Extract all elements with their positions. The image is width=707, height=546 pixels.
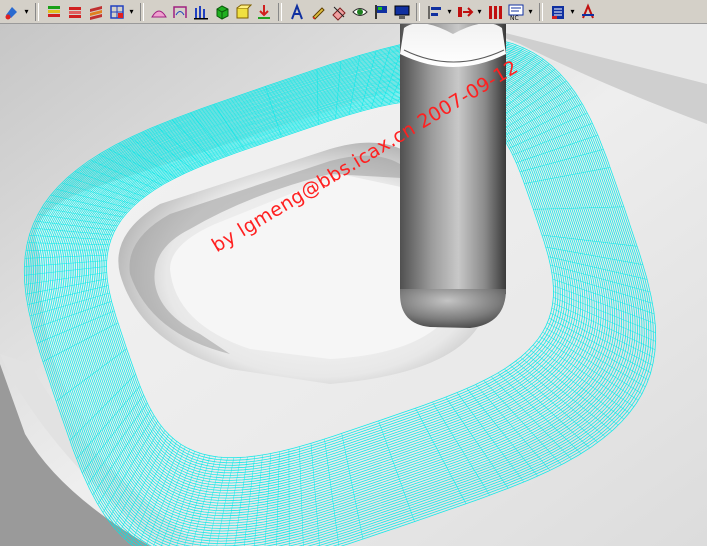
toolbar-button-eye[interactable] (350, 2, 369, 22)
pencil-icon (311, 6, 325, 20)
layer-red-icon (68, 6, 81, 18)
toolbar-button-align[interactable] (425, 2, 444, 22)
cam-application-window: ▾ ▾ ▾ ▾ NC ▾ ▾ by lgmeng@bbs.icax.cn 200… (0, 0, 707, 546)
paint-icon (5, 6, 17, 19)
toolbar-button-text-a[interactable] (287, 2, 306, 22)
toolbar-button-layer-red[interactable] (65, 2, 84, 22)
surface-pink-icon (150, 10, 167, 17)
toolbar-button-pencil[interactable] (308, 2, 327, 22)
toolbar-button-surface-pink[interactable] (149, 2, 168, 22)
dropdown-arrow-icon[interactable]: ▾ (446, 2, 453, 22)
toolbar-button-surface-frame[interactable] (170, 2, 189, 22)
list-icon (551, 5, 564, 19)
toolbar-separator (539, 2, 543, 21)
toolbar-separator (416, 2, 420, 21)
nc-program-icon: NC (508, 4, 523, 21)
flag-icon (374, 4, 387, 19)
monitor-icon (394, 5, 409, 19)
toolbar-button-layer-stack[interactable] (44, 2, 63, 22)
toolbar-button-boundary-grid[interactable] (107, 2, 126, 22)
eraser-icon (331, 6, 346, 21)
toolbar-button-nc-program[interactable]: NC (506, 2, 525, 22)
main-toolbar: ▾ ▾ ▾ ▾ NC ▾ ▾ (0, 0, 707, 24)
text-a-icon (290, 2, 303, 19)
toolbar-button-arrow-right[interactable] (455, 2, 474, 22)
3d-viewport[interactable]: by lgmeng@bbs.icax.cn 2007-09-12 (0, 23, 707, 546)
toolbar-button-columns[interactable] (485, 2, 504, 22)
toolbar-button-paint[interactable] (2, 2, 21, 22)
toolbar-button-green-cube[interactable] (212, 2, 231, 22)
arrow-right-icon (457, 6, 473, 17)
toolbar-button-axis[interactable] (578, 2, 597, 22)
axis-icon (581, 2, 594, 18)
toolbar-button-eraser[interactable] (329, 2, 348, 22)
align-icon (428, 5, 441, 19)
viewport-scene (0, 23, 707, 546)
toolbar-separator (35, 2, 39, 21)
dropdown-arrow-icon[interactable]: ▾ (128, 2, 135, 22)
surface-frame-icon (172, 5, 187, 18)
toolbar-button-bars-chart[interactable] (191, 2, 210, 22)
layer-stack-icon (47, 5, 60, 17)
dropdown-arrow-icon[interactable]: ▾ (569, 2, 576, 22)
toolpath-down-icon (257, 4, 270, 19)
toolbar-button-toolpath-down[interactable] (254, 2, 273, 22)
dropdown-arrow-icon[interactable]: ▾ (527, 2, 534, 22)
eye-icon (351, 7, 368, 16)
toolbar-button-flag[interactable] (371, 2, 390, 22)
dropdown-arrow-icon[interactable]: ▾ (23, 2, 30, 22)
toolbar-separator (278, 2, 282, 21)
columns-icon (488, 5, 502, 19)
green-cube-icon (216, 4, 228, 20)
toolbar-button-layer-strata[interactable] (86, 2, 105, 22)
dropdown-arrow-icon[interactable]: ▾ (476, 2, 483, 22)
layer-strata-icon (89, 5, 102, 20)
yellow-box-icon (236, 4, 252, 18)
bars-chart-icon (193, 5, 208, 19)
toolbar-button-monitor[interactable] (392, 2, 411, 22)
boundary-grid-icon (109, 4, 124, 19)
toolbar-separator (140, 2, 144, 21)
svg-text:NC: NC (510, 15, 519, 21)
toolbar-button-list[interactable] (548, 2, 567, 22)
toolbar-button-yellow-box[interactable] (233, 2, 252, 22)
